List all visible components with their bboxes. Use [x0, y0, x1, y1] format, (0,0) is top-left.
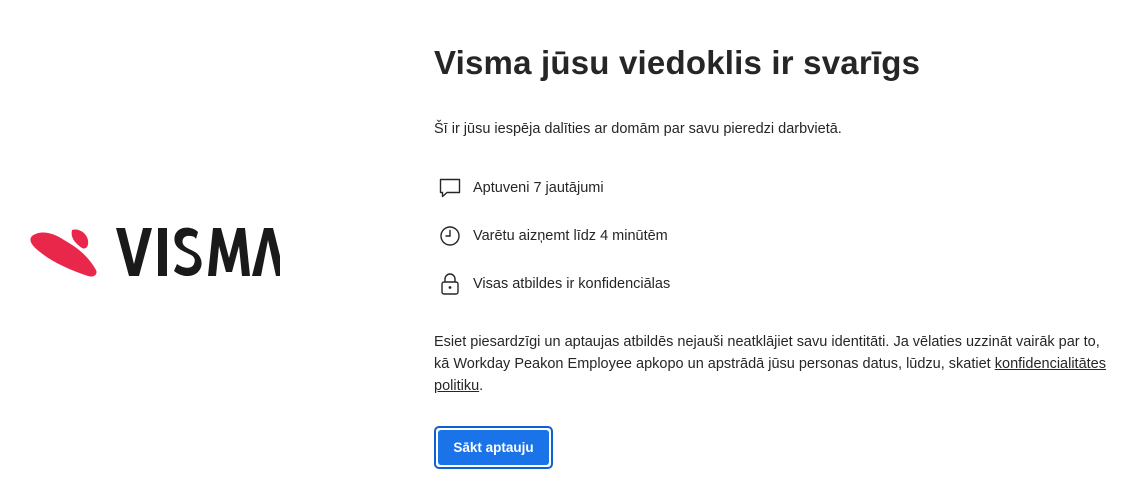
survey-intro-page: Visma jūsu viedoklis ir svarīgs Šī ir jū… [0, 0, 1126, 486]
info-item-questions: Aptuveni 7 jautājumi [438, 176, 604, 200]
privacy-disclaimer: Esiet piesardzīgi un aptaujas atbildēs n… [434, 331, 1110, 397]
page-title: Visma jūsu viedoklis ir svarīgs [434, 44, 921, 81]
info-item-label: Varētu aizņemt līdz 4 minūtēm [473, 228, 668, 244]
info-item-confidential: Visas atbildes ir konfidenciālas [438, 272, 670, 296]
info-item-label: Visas atbildes ir konfidenciālas [473, 276, 671, 292]
lock-icon [438, 272, 462, 296]
info-item-duration: Varētu aizņemt līdz 4 minūtēm [438, 224, 668, 248]
start-survey-button[interactable]: Sākt aptauju [434, 426, 553, 469]
visma-logo [30, 226, 280, 278]
clock-icon [438, 224, 462, 248]
intro-text: Šī ir jūsu iespēja dalīties ar domām par… [434, 121, 842, 137]
visma-logo-graphic [30, 227, 280, 277]
info-item-label: Aptuveni 7 jautājumi [473, 180, 604, 196]
disclaimer-end: . [479, 378, 484, 394]
chat-bubble-icon [438, 176, 462, 200]
start-survey-label: Sākt aptauju [438, 430, 549, 465]
